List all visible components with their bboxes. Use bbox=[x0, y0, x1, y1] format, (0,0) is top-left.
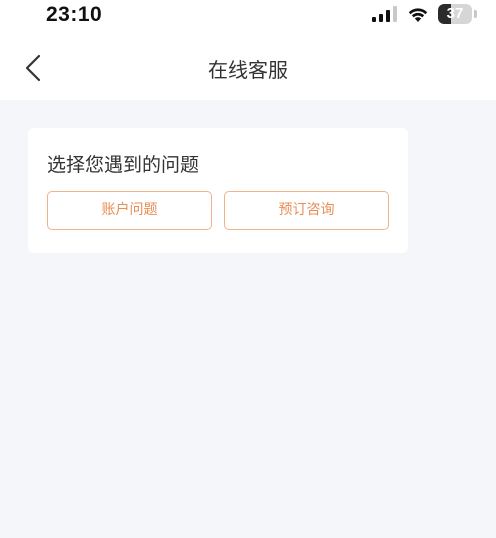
wifi-icon bbox=[408, 8, 428, 22]
battery-percent-label: 37 bbox=[446, 5, 464, 22]
battery-tip bbox=[474, 10, 477, 18]
status-bar: 23:10 37 bbox=[0, 0, 496, 32]
cellular-signal-icon bbox=[372, 6, 397, 22]
battery-indicator: 37 bbox=[438, 4, 472, 24]
question-card: 选择您遇到的问题 账户问题 预订咨询 bbox=[28, 128, 408, 253]
card-title: 选择您遇到的问题 bbox=[47, 154, 200, 176]
account-issue-button[interactable]: 账户问题 bbox=[47, 191, 212, 230]
status-time: 23:10 bbox=[46, 3, 103, 26]
booking-inquiry-button[interactable]: 预订咨询 bbox=[224, 191, 389, 230]
navigation-bar: 在线客服 bbox=[0, 32, 496, 100]
page-title: 在线客服 bbox=[208, 58, 288, 82]
